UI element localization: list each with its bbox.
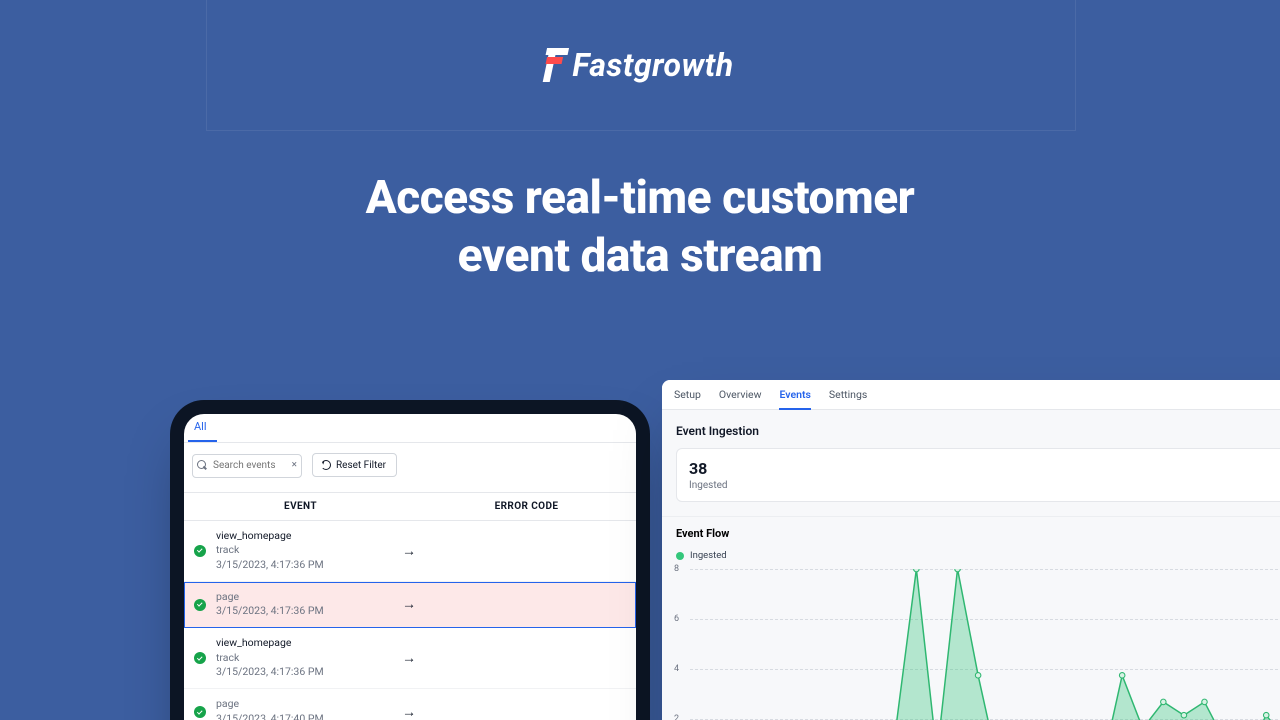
legend-dot-icon — [676, 552, 684, 560]
events-table-header: EVENT ERROR CODE — [184, 492, 636, 521]
col-error: ERROR CODE — [417, 501, 636, 512]
ingestion-panel: Setup Overview Events Settings Event Ing… — [662, 380, 1280, 720]
brand-name: Fastgrowth — [572, 49, 733, 81]
search-icon — [197, 460, 207, 470]
events-tabs: All — [184, 414, 636, 443]
table-row[interactable]: view_homepagetrack3/15/2023, 4:17:36 PM → — [184, 521, 636, 582]
events-toolbar: × Reset Filter — [184, 443, 636, 492]
search-events-field[interactable]: × — [192, 453, 302, 478]
status-ok-icon — [194, 706, 206, 718]
status-ok-icon — [194, 599, 206, 611]
col-event: EVENT — [184, 501, 417, 512]
table-row[interactable]: view_homepagetrack3/15/2023, 4:17:36 PM → — [184, 628, 636, 689]
headline-line-1: Access real-time customer — [0, 170, 1280, 228]
search-input[interactable] — [192, 454, 302, 478]
reset-filter-label: Reset Filter — [336, 460, 386, 471]
event-flow-chart: 2468 — [690, 569, 1280, 720]
event-cell: view_homepagetrack3/15/2023, 4:17:36 PM — [216, 529, 324, 573]
brand-logo: Fastgrowth — [546, 48, 733, 82]
status-ok-icon — [194, 545, 206, 557]
event-flow-title: Event Flow — [662, 516, 1280, 546]
events-list-panel: All × Reset Filter EVENT ERROR CODE view… — [170, 400, 650, 720]
clear-search-icon[interactable]: × — [292, 460, 297, 471]
table-row[interactable]: page3/15/2023, 4:17:36 PM → — [184, 582, 636, 628]
arrow-right-icon: → — [402, 596, 416, 613]
tab-setup[interactable]: Setup — [674, 388, 701, 409]
ingested-count: 38 — [689, 459, 1280, 478]
arrow-right-icon: → — [402, 542, 416, 559]
legend-label: Ingested — [690, 550, 727, 561]
reset-icon — [321, 460, 331, 470]
tab-overview[interactable]: Overview — [719, 388, 762, 409]
ingested-count-card: 38 Ingested — [676, 448, 1280, 502]
event-cell: view_homepagetrack3/15/2023, 4:17:36 PM — [216, 636, 324, 680]
event-cell: page3/15/2023, 4:17:40 PM — [216, 697, 324, 720]
logo-mark-icon — [546, 48, 570, 82]
status-ok-icon — [194, 652, 206, 664]
hero-headline: Access real-time customer event data str… — [0, 170, 1280, 285]
tab-all[interactable]: All — [188, 414, 217, 442]
arrow-right-icon: → — [402, 649, 416, 666]
ingestion-tabs: Setup Overview Events Settings — [662, 380, 1280, 410]
tab-settings[interactable]: Settings — [829, 388, 867, 409]
events-table-body: view_homepagetrack3/15/2023, 4:17:36 PM →… — [184, 521, 636, 720]
table-row[interactable]: page3/15/2023, 4:17:40 PM → — [184, 689, 636, 720]
tab-events[interactable]: Events — [779, 388, 810, 410]
ingested-label: Ingested — [689, 480, 1280, 491]
ingestion-title: Event Ingestion — [662, 410, 1280, 448]
chart-legend: Ingested — [662, 546, 1280, 563]
headline-line-2: event data stream — [0, 228, 1280, 286]
reset-filter-button[interactable]: Reset Filter — [312, 453, 397, 477]
event-cell: page3/15/2023, 4:17:36 PM — [216, 590, 324, 619]
arrow-right-icon: → — [402, 703, 416, 720]
